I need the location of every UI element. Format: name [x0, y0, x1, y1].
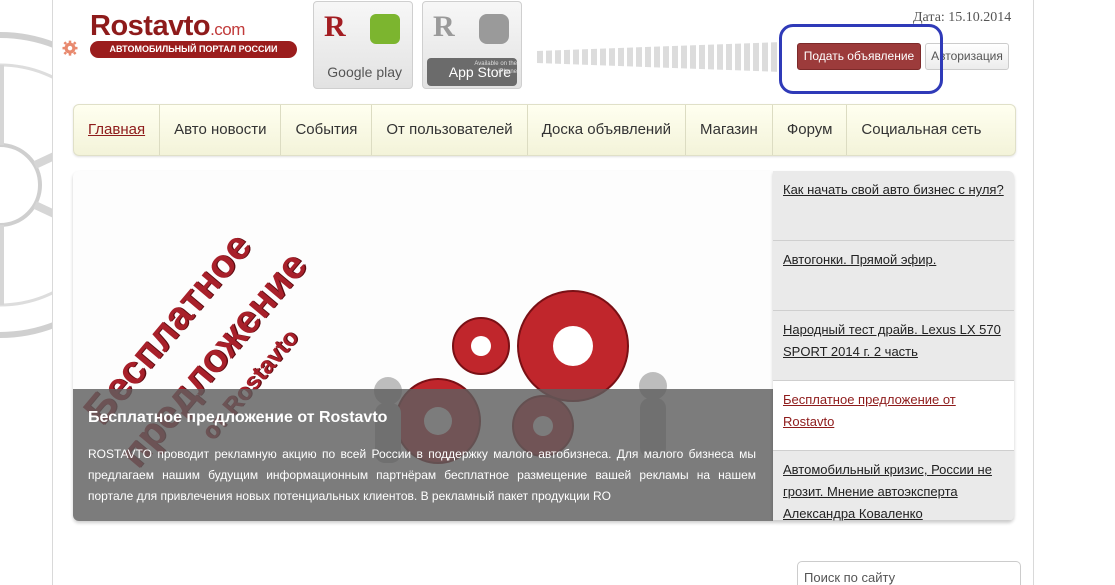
- highlight-annotation: [779, 24, 943, 94]
- slide-caption-body: ROSTAVTO проводит рекламную акцию по все…: [88, 447, 756, 503]
- google-play-label: Google play: [327, 64, 402, 80]
- news-link[interactable]: Народный тест драйв. Lexus LX 570 SPORT …: [783, 322, 1001, 359]
- news-link[interactable]: Бесплатное предложение от Rostavto: [783, 392, 956, 429]
- featured-slider[interactable]: Бесплатное предложение от Rostavto Беспл…: [73, 171, 773, 521]
- news-link[interactable]: Как начать свой авто бизнес с нуля?: [783, 182, 1004, 197]
- nav-item-classifieds[interactable]: Доска объявлений: [528, 105, 686, 155]
- list-item[interactable]: Как начать свой авто бизнес с нуля?: [773, 171, 1014, 241]
- app-store-label: Available on the iPhone App Store: [427, 58, 517, 86]
- news-link[interactable]: Автомобильный кризис, России не грозит. …: [783, 462, 992, 521]
- nav-item-forum[interactable]: Форум: [773, 105, 848, 155]
- app-store-icon: [479, 14, 509, 44]
- nav-item-shop[interactable]: Магазин: [686, 105, 773, 155]
- app-store-badge[interactable]: R Available on the iPhone App Store: [422, 1, 522, 89]
- nav-item-from-users[interactable]: От пользователей: [372, 105, 528, 155]
- list-item[interactable]: Народный тест драйв. Lexus LX 570 SPORT …: [773, 311, 1014, 381]
- list-item[interactable]: Автогонки. Прямой эфир.: [773, 241, 1014, 311]
- logo-tagline: АВТОМОБИЛЬНЫЙ ПОРТАЛ РОССИИ: [90, 41, 297, 58]
- news-link[interactable]: Автогонки. Прямой эфир.: [783, 252, 936, 267]
- search-input[interactable]: Поиск по сайту: [797, 561, 1021, 585]
- android-icon: [370, 14, 400, 44]
- nav-item-social[interactable]: Социальная сеть: [847, 105, 995, 155]
- slide-caption-title[interactable]: Бесплатное предложение от Rostavto: [88, 409, 387, 427]
- list-item[interactable]: Автомобильный кризис, России не грозит. …: [773, 451, 1014, 521]
- nav-item-events[interactable]: События: [281, 105, 373, 155]
- list-item[interactable]: Бесплатное предложение от Rostavto: [773, 381, 1014, 451]
- nav-item-auto-news[interactable]: Авто новости: [160, 105, 282, 155]
- slider-news-list: Как начать свой авто бизнес с нуля? Авто…: [773, 171, 1014, 521]
- nav-item-home[interactable]: Главная: [74, 105, 161, 155]
- rostavto-r-icon: R: [433, 10, 455, 43]
- site-logo[interactable]: Rostavto.com: [90, 10, 245, 43]
- main-nav: Главная Авто новости События От пользова…: [73, 104, 1016, 156]
- rostavto-r-icon: R: [324, 10, 346, 43]
- google-play-badge[interactable]: R Google play: [313, 1, 413, 89]
